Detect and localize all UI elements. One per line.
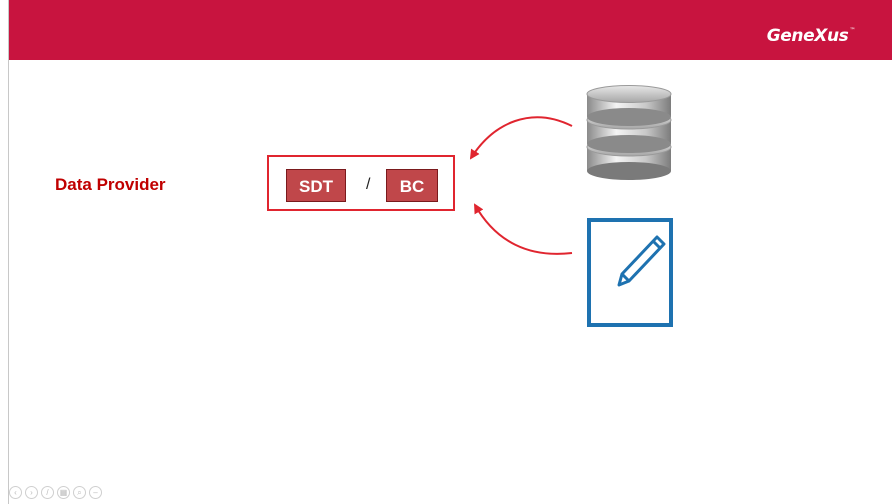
slide-canvas: GeneXus™ Data Provider SDT / BC ‹ › / ▦ … xyxy=(8,0,892,504)
edit-document-icon xyxy=(587,218,673,327)
database-icon xyxy=(586,85,672,180)
previous-icon[interactable]: ‹ xyxy=(9,486,22,499)
more-icon[interactable]: – xyxy=(89,486,102,499)
next-icon[interactable]: › xyxy=(25,486,38,499)
arrows-layer xyxy=(469,116,573,255)
arrow-from-database xyxy=(469,116,573,160)
zoom-icon[interactable]: ⌕ xyxy=(73,486,86,499)
slides-icon[interactable]: ▦ xyxy=(57,486,70,499)
slideshow-controls: ‹ › / ▦ ⌕ – xyxy=(9,486,102,504)
arrow-from-document xyxy=(474,203,573,255)
pen-icon[interactable]: / xyxy=(41,486,54,499)
